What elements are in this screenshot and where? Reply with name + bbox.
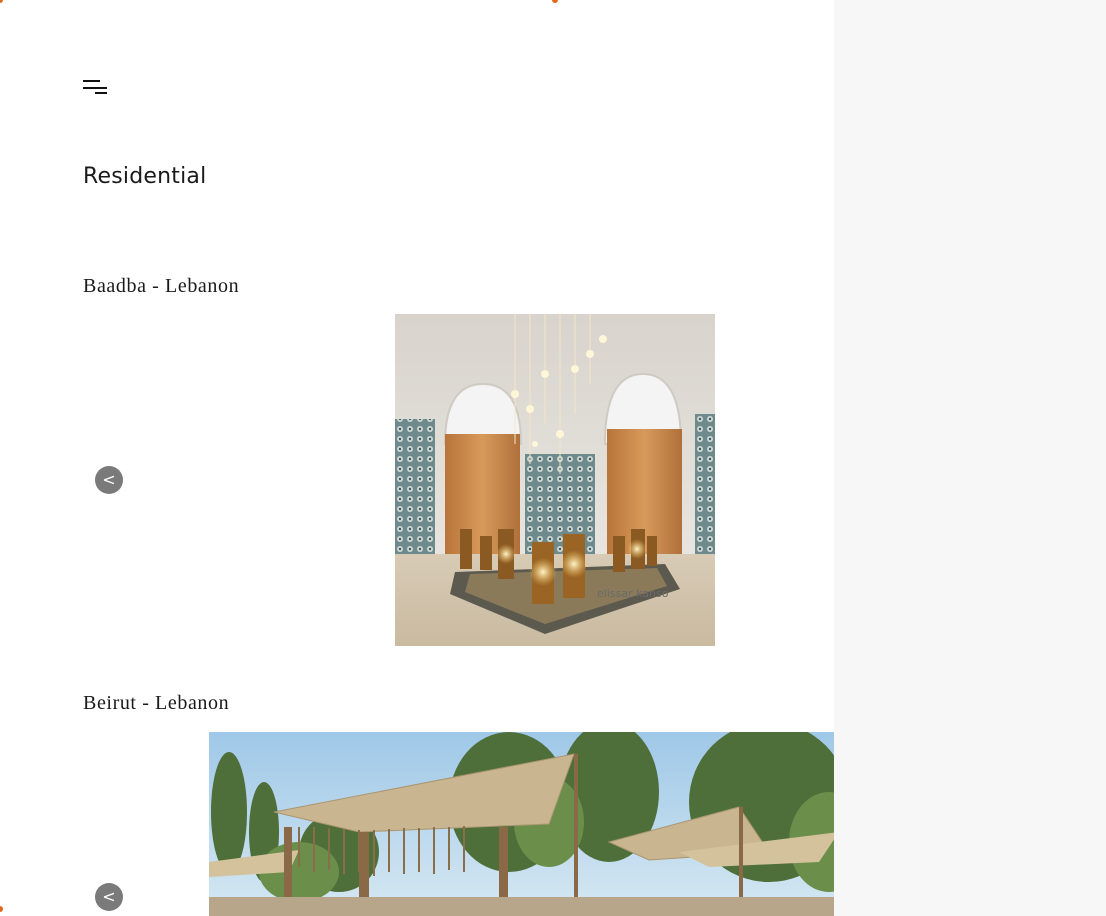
project-location-title: Baadba - Lebanon bbox=[83, 275, 240, 297]
carousel-prev-button[interactable]: < bbox=[95, 466, 123, 494]
side-panel bbox=[834, 0, 1106, 916]
menu-bar-top bbox=[83, 80, 100, 82]
main-content: Residential Baadba - Lebanon elissar kan… bbox=[0, 0, 1015, 916]
baadba-interior-image: elissar kanso bbox=[395, 314, 715, 646]
project-image-beirut bbox=[209, 732, 901, 916]
beirut-exterior-image bbox=[209, 732, 901, 916]
project-image-baadba: elissar kanso bbox=[395, 314, 715, 646]
project-location-title: Beirut - Lebanon bbox=[83, 692, 230, 714]
menu-bar-middle bbox=[83, 87, 107, 89]
image-watermark: elissar kanso bbox=[597, 587, 669, 600]
menu-bar-bottom bbox=[95, 92, 107, 94]
hamburger-menu-icon[interactable] bbox=[83, 80, 107, 96]
page-title: Residential bbox=[83, 164, 207, 189]
carousel-prev-button[interactable]: < bbox=[95, 883, 123, 911]
